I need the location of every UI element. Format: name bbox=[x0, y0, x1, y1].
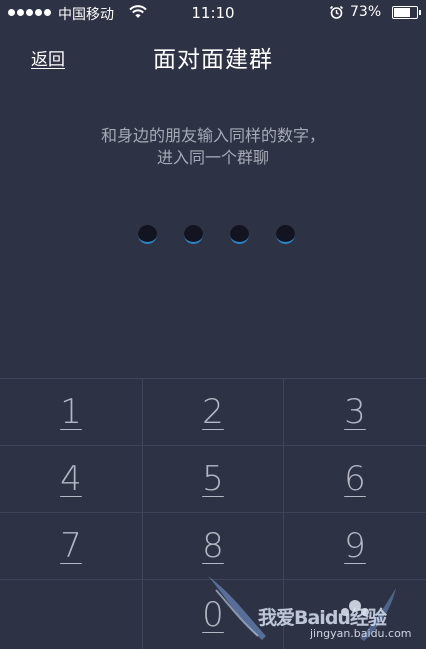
battery-percentage: 73% bbox=[350, 4, 382, 20]
instruction-text: 和身边的朋友输入同样的数字， 进入同一个群聊 bbox=[0, 125, 426, 169]
key-9[interactable]: 9 bbox=[284, 512, 426, 579]
instruction-line-2: 进入同一个群聊 bbox=[156, 148, 269, 167]
key-8[interactable]: 8 bbox=[142, 512, 284, 579]
key-label: 0 bbox=[202, 594, 224, 635]
number-keypad: 1 2 3 4 5 6 7 8 9 0 bbox=[0, 378, 426, 649]
key-7[interactable]: 7 bbox=[0, 512, 142, 579]
key-2[interactable]: 2 bbox=[142, 378, 284, 445]
key-5[interactable]: 5 bbox=[142, 445, 284, 512]
alarm-icon bbox=[329, 5, 344, 19]
key-3[interactable]: 3 bbox=[284, 378, 426, 445]
key-6[interactable]: 6 bbox=[284, 445, 426, 512]
key-label: 2 bbox=[202, 392, 224, 432]
status-bar: 中国移动 11:10 73% bbox=[0, 0, 426, 26]
key-empty-left bbox=[0, 579, 142, 649]
key-0[interactable]: 0 bbox=[142, 579, 284, 649]
key-label: 6 bbox=[344, 459, 366, 499]
key-label: 7 bbox=[60, 526, 82, 566]
pin-dot bbox=[184, 225, 203, 244]
pin-dot bbox=[230, 225, 249, 244]
pin-indicator bbox=[0, 225, 426, 249]
key-4[interactable]: 4 bbox=[0, 445, 142, 512]
navigation-bar: 返回 面对面建群 bbox=[0, 26, 426, 86]
battery-icon bbox=[392, 6, 421, 19]
key-label: 4 bbox=[60, 459, 82, 499]
pin-dot bbox=[276, 225, 295, 244]
key-label: 1 bbox=[60, 392, 82, 432]
pin-dot bbox=[138, 225, 157, 244]
instruction-line-1: 和身边的朋友输入同样的数字， bbox=[100, 126, 325, 145]
page-title: 面对面建群 bbox=[153, 47, 273, 73]
key-label: 5 bbox=[202, 459, 224, 499]
key-label: 9 bbox=[344, 526, 366, 566]
key-label: 3 bbox=[344, 392, 366, 432]
key-delete[interactable] bbox=[284, 579, 426, 649]
key-label: 8 bbox=[202, 526, 224, 566]
key-1[interactable]: 1 bbox=[0, 378, 142, 445]
